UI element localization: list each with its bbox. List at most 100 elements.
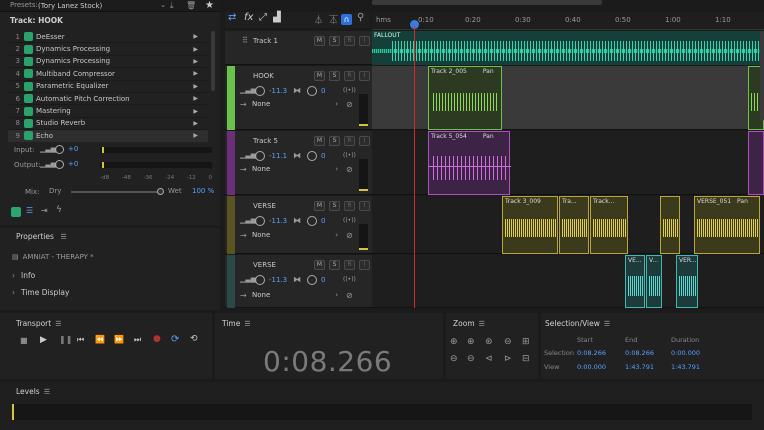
fx-icon[interactable]: fx	[244, 12, 253, 23]
pan-value[interactable]: 0	[321, 87, 325, 95]
pan-knob[interactable]	[307, 216, 317, 226]
volume-knob[interactable]	[255, 151, 265, 161]
bypass-icon[interactable]: ⊘	[346, 165, 353, 174]
overview-scrollbar[interactable]	[372, 0, 602, 5]
clip-hook[interactable]: Track 2_005 Pan	[428, 66, 502, 130]
pan-value[interactable]: 0	[321, 276, 325, 284]
power-icon[interactable]	[24, 94, 33, 104]
track-name[interactable]: Track 1	[253, 37, 278, 45]
zoom-full-icon[interactable]: ⊞	[522, 337, 530, 347]
play-icon[interactable]: ▶	[40, 335, 47, 345]
clip-verse-2[interactable]: Tra...	[559, 196, 589, 254]
record-arm-button[interactable]: R	[344, 201, 355, 211]
loop-icon[interactable]: ⟳	[171, 334, 179, 345]
rewind-icon[interactable]: ⏪	[95, 335, 105, 344]
input-monitor-button[interactable]: I	[359, 71, 370, 81]
bypass-icon[interactable]: ⊘	[346, 231, 353, 240]
input-knob[interactable]	[55, 145, 64, 154]
chevron-right-icon[interactable]: ▶	[193, 58, 198, 65]
input-monitor-button[interactable]: I	[359, 260, 370, 270]
vertical-scrollbar[interactable]	[760, 31, 764, 121]
track-header-verse-2[interactable]: VERSE M S R I ▁▃▅ -11.3 ⧓ 0 ((•)) → None…	[225, 255, 372, 308]
clip-verse-3[interactable]: Track...	[590, 196, 628, 254]
clip-verse-1[interactable]: Track 3_009	[502, 196, 558, 254]
timeline-ruler[interactable]: hms 0:10 0:20 0:30 0:40 0:50 1:00 1:10	[372, 12, 764, 30]
zoom-selection-icon[interactable]: ⊛	[485, 337, 493, 347]
input-monitor-button[interactable]: I	[359, 201, 370, 211]
menu-icon[interactable]: ☰	[60, 233, 66, 241]
skip-clip-icon[interactable]: ⟲	[190, 334, 198, 344]
menu-icon[interactable]: ☰	[44, 388, 50, 396]
solo-button[interactable]: S	[329, 201, 340, 211]
route-dropdown[interactable]: None ›	[252, 100, 338, 110]
clip-verse2-1[interactable]: VE...	[625, 255, 645, 308]
selection-end[interactable]: 0:08.266	[625, 349, 654, 357]
swap-icon[interactable]: ⇄	[228, 12, 236, 23]
pan-knob[interactable]	[307, 151, 317, 161]
bypass-icon[interactable]: ⊘	[346, 291, 353, 300]
track-lane-hook[interactable]: Track 2_005 Pan	[372, 66, 764, 130]
power-icon[interactable]	[24, 131, 33, 141]
power-icon[interactable]	[24, 106, 33, 116]
volume-value[interactable]: -11.1	[269, 152, 287, 160]
send-icon[interactable]: ⤢	[259, 12, 267, 23]
pause-icon[interactable]: ❚❚	[59, 335, 72, 344]
solo-button[interactable]: S	[329, 71, 340, 81]
clip-verse-4[interactable]	[660, 196, 680, 254]
mix-slider-handle[interactable]	[157, 188, 164, 195]
skip-forward-icon[interactable]: ⏭	[134, 335, 141, 345]
save-preset-icon[interactable]: ⤓	[170, 1, 174, 11]
track-header-verse[interactable]: VERSE M S R I ▁▃▅ -11.3 ⧓ 0 ((•)) → None…	[225, 196, 372, 254]
effect-slot-2[interactable]: 2 Dynamics Processing ▶	[8, 43, 208, 56]
input-monitor-button[interactable]: I	[359, 136, 370, 146]
metronome-icon[interactable]: ⏃	[314, 13, 323, 26]
clip-verse2-2[interactable]: V...	[646, 255, 662, 308]
stereo-icon[interactable]: ((•))	[343, 87, 356, 94]
chevron-right-icon[interactable]: ▶	[193, 83, 198, 90]
route-dropdown[interactable]: None ›	[252, 231, 338, 241]
track-name[interactable]: HOOK	[253, 72, 274, 80]
eq-icon[interactable]: ▟	[273, 12, 281, 23]
volume-knob[interactable]	[255, 86, 265, 96]
snap-icon[interactable]: ∩	[341, 14, 352, 25]
clip-verse-5[interactable]: VERSE_051 Pan	[694, 196, 760, 254]
menu-icon[interactable]: ☰	[244, 320, 250, 328]
effects-scrollbar[interactable]	[211, 31, 215, 91]
chevron-right-icon[interactable]: ▶	[193, 95, 198, 102]
power-icon[interactable]	[24, 32, 33, 42]
volume-value[interactable]: -11.3	[269, 217, 287, 225]
power-icon[interactable]	[24, 69, 33, 79]
stop-icon[interactable]: ■	[20, 336, 28, 345]
chevron-right-icon[interactable]: ▶	[193, 33, 198, 40]
zoom-out-full-icon[interactable]: ⊖	[467, 354, 475, 364]
effect-slot-7[interactable]: 7 Mastering ▶	[8, 105, 208, 118]
effect-slot-1[interactable]: 1 DeEsser ▶	[8, 31, 208, 44]
effect-slot-6[interactable]: 6 Automatic Pitch Correction ▶	[8, 93, 208, 106]
volume-value[interactable]: -11.3	[269, 276, 287, 284]
route-dropdown[interactable]: None ›	[252, 165, 338, 175]
mute-button[interactable]: M	[314, 71, 325, 81]
record-arm-button[interactable]: R	[344, 36, 355, 46]
effect-slot-9[interactable]: 9 Echo ▶	[8, 130, 208, 142]
clip-track-5[interactable]: Track 5_054 Pan	[428, 131, 511, 195]
view-end[interactable]: 1:43.791	[625, 363, 654, 371]
delete-preset-icon[interactable]: 🗑	[186, 1, 196, 10]
zoom-tracks-icon[interactable]: ⊟	[522, 354, 530, 364]
drag-handle-icon[interactable]: ⠿	[242, 36, 248, 45]
section-time-display[interactable]: › Time Display	[12, 288, 69, 297]
stereo-icon[interactable]: ((•))	[343, 217, 356, 224]
playhead-line[interactable]	[414, 26, 415, 308]
record-arm-button[interactable]: R	[344, 260, 355, 270]
effect-slot-4[interactable]: 4 Multiband Compressor ▶	[8, 68, 208, 81]
mute-button[interactable]: M	[314, 36, 325, 46]
track-header-hook[interactable]: HOOK M S R I ▁▃▅ -11.3 ⧓ 0 ((•)) → None ›…	[225, 66, 372, 130]
insert-icon[interactable]: ⇥	[41, 206, 48, 215]
route-dropdown[interactable]: None ›	[252, 291, 338, 301]
zoom-in-icon[interactable]: ⊕	[467, 337, 475, 347]
list-icon[interactable]: ☰	[26, 206, 33, 215]
effect-slot-8[interactable]: 8 Studio Reverb ▶	[8, 118, 208, 131]
skip-back-icon[interactable]: ⏮	[77, 335, 84, 345]
clip-verse2-3[interactable]: VER...	[676, 255, 698, 308]
volume-env-icon[interactable]: ⏄	[329, 13, 338, 26]
output-value[interactable]: +0	[68, 160, 78, 168]
